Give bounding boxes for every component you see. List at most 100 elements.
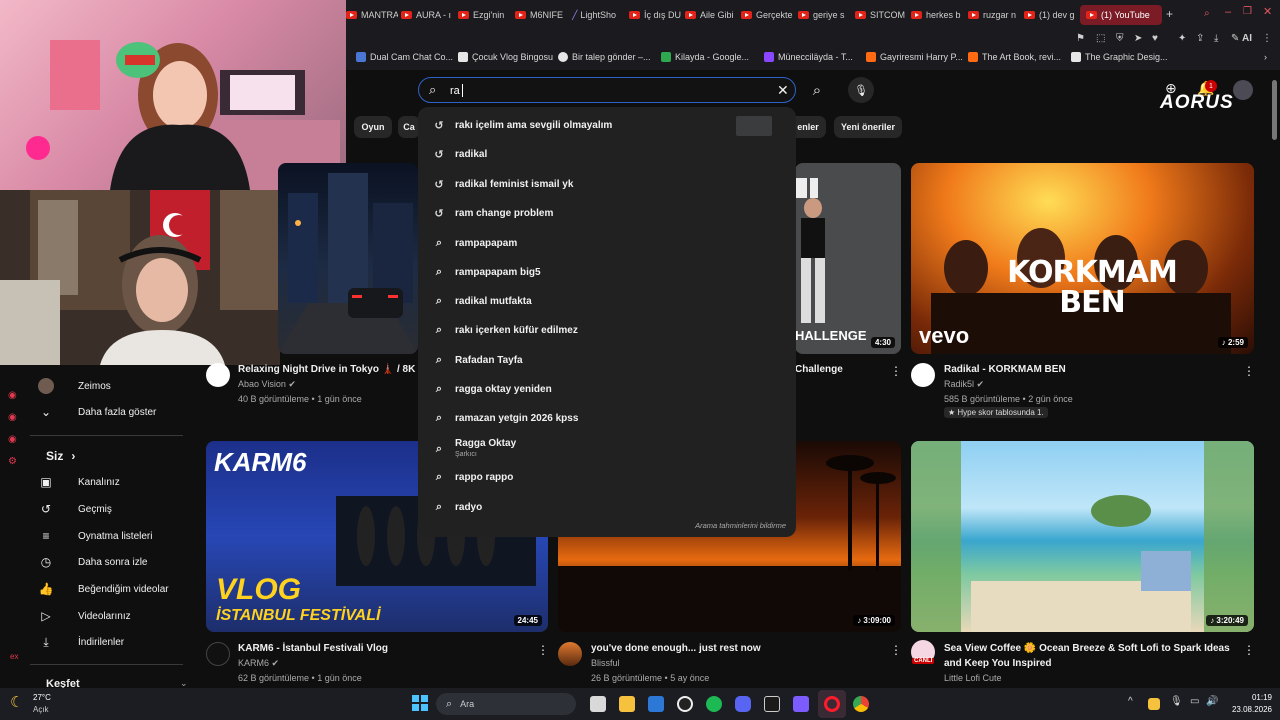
more-options-icon[interactable]: ⋮ [1243, 364, 1255, 378]
report-predictions-link[interactable]: Arama tahminlerini bildirme [695, 521, 786, 530]
more-bookmarks-icon[interactable]: › [1264, 52, 1267, 62]
video-title[interactable]: Radikal - KORKMAM BEN [944, 362, 1066, 377]
send-icon[interactable]: ➤ [1134, 33, 1142, 44]
sidebar-item-history[interactable]: ↺ Geçmiş [30, 497, 185, 521]
browser-tab-active[interactable]: (1) YouTube [1080, 5, 1162, 25]
chip-new-recommendations[interactable]: Yeni öneriler [834, 116, 902, 138]
more-options-icon[interactable]: ⋮ [890, 643, 902, 657]
channel-name[interactable]: Blissful [591, 658, 620, 668]
browser-tab[interactable]: Ezgi'nin [458, 5, 510, 25]
bookmark[interactable]: Münecciläyda - T... [764, 52, 853, 62]
channel-name[interactable]: Radik5l ✔ [944, 379, 984, 390]
browser-tab[interactable]: geriye s [798, 5, 850, 25]
channel-name[interactable]: Abao Vision ✔ [238, 379, 296, 390]
search-suggestion[interactable]: ⌕ rampapapam [418, 231, 796, 255]
screenshot-icon[interactable]: ⬚ [1096, 33, 1105, 44]
microphone-icon[interactable]: 🎙 [1170, 696, 1183, 707]
close-icon[interactable]: ✕ [1263, 5, 1272, 18]
task-view-icon[interactable] [590, 696, 606, 712]
bookmark[interactable]: Dual Cam Chat Co... [356, 52, 453, 62]
page-scrollbar[interactable] [1272, 80, 1277, 140]
bookmark[interactable]: The Art Book, revi... [968, 52, 1061, 62]
browser-tab[interactable]: AURA - ı [401, 5, 453, 25]
chrome-icon[interactable] [853, 696, 869, 712]
taskbar-search[interactable]: ⌕ Ara [436, 693, 576, 715]
search-suggestion[interactable]: ⌕ radyo [418, 495, 796, 519]
pin-icon[interactable]: ⚑ [1076, 33, 1085, 44]
video-thumbnail[interactable] [278, 163, 418, 354]
browser-tab[interactable]: Aile Gibi [685, 5, 737, 25]
app-icon[interactable] [764, 696, 780, 712]
search-suggestion[interactable]: ⌕ Ragga Oktay Şarkıcı [418, 435, 796, 463]
video-title[interactable]: Relaxing Night Drive in Tokyo 🗼 / 8K [238, 362, 418, 377]
clear-search-icon[interactable]: ✕ [777, 82, 789, 99]
channel-name[interactable]: Little Lofi Cute [944, 673, 1002, 683]
more-options-icon[interactable]: ⋮ [1243, 643, 1255, 657]
search-suggestion[interactable]: ⌕ rakı içerken küfür edilmez [418, 318, 796, 342]
chip[interactable]: Ca [398, 116, 420, 138]
volume-icon[interactable]: 🔊 [1206, 696, 1218, 707]
bookmark[interactable]: Çocuk Vlog Bingosu [458, 52, 553, 62]
search-box[interactable]: ⌕ ra ✕ [418, 77, 796, 103]
video-title[interactable]: Sea View Coffee 🌼 Ocean Breeze & Soft Lo… [944, 641, 1239, 671]
search-tabs-icon[interactable]: ⌕ [1204, 8, 1210, 19]
spotify-icon[interactable] [706, 696, 722, 712]
bookmark[interactable]: Kilayda - Google... [661, 52, 749, 62]
more-options-icon[interactable]: ⋮ [537, 643, 549, 657]
sidebar-item-liked[interactable]: 👍 Beğendiğim videolar [30, 577, 185, 601]
search-suggestion[interactable]: ↺ radikal [418, 142, 796, 166]
shield-icon[interactable]: ⛨ [1116, 33, 1124, 44]
extensions-icon[interactable]: ✦ [1178, 33, 1186, 44]
browser-tab[interactable]: herkes b [911, 5, 963, 25]
search-suggestion[interactable]: ⌕ ramazan yetgin 2026 kpss [418, 406, 796, 430]
share-icon[interactable]: ⇪ [1196, 33, 1204, 44]
app-grid-icon[interactable] [793, 696, 809, 712]
mail-icon[interactable] [648, 696, 664, 712]
hype-badge[interactable]: ★ Hype skor tablosunda 1. [944, 407, 1048, 418]
video-title[interactable]: Challenge [795, 362, 843, 377]
bookmark[interactable]: The Graphic Desig... [1071, 52, 1168, 62]
video-title[interactable]: KARM6 - İstanbul Festivali Vlog [238, 641, 388, 656]
avatar[interactable] [1233, 80, 1253, 100]
browser-tab[interactable]: MANTRA [346, 5, 398, 25]
more-options-icon[interactable]: ⋮ [890, 364, 902, 378]
video-thumbnail[interactable]: HALLENGE 4:30 [795, 163, 901, 354]
video-title[interactable]: you've done enough... just rest now [591, 641, 761, 656]
sidebar-show-more[interactable]: ⌄ Daha fazla göster [30, 400, 185, 424]
channel-avatar[interactable] [911, 363, 935, 387]
channel-avatar[interactable] [558, 642, 582, 666]
download-icon[interactable]: ⤓ [1214, 33, 1218, 44]
channel-name[interactable]: KARM6 ✔ [238, 658, 279, 669]
tray-app-icon[interactable] [1148, 698, 1160, 710]
sidebar-item-your-videos[interactable]: ▷ Videolarınız [30, 604, 185, 628]
search-suggestion[interactable]: ⌕ rampapapam big5 [418, 260, 796, 284]
search-suggestion[interactable]: ⌕ Rafadan Tayfa [418, 348, 796, 372]
chip-oyun[interactable]: Oyun [354, 116, 392, 138]
you-section-title[interactable]: Siz › [46, 449, 75, 463]
video-thumbnail[interactable]: ♪ 3:20:49 [911, 441, 1254, 632]
heart-icon[interactable]: ♥ [1152, 33, 1158, 44]
tray-expand-icon[interactable]: ^ [1128, 696, 1133, 707]
search-suggestion[interactable]: ↺ radikal feminist ismail yk [418, 172, 796, 196]
search-suggestion[interactable]: ↺ ram change problem [418, 201, 796, 225]
translate-icon[interactable]: ✎ [1231, 33, 1239, 44]
discord-icon[interactable] [735, 696, 751, 712]
search-input[interactable]: ra [450, 85, 460, 97]
clock-time[interactable]: 01:19 [1228, 693, 1272, 702]
voice-search-button[interactable]: 🎙 [848, 77, 874, 103]
channel-avatar[interactable] [206, 363, 230, 387]
channel-avatar[interactable] [206, 642, 230, 666]
sidebar-item-watch-later[interactable]: ◷ Daha sonra izle [30, 550, 185, 574]
sidebar-item-playlists[interactable]: ≡ Oynatma listeleri [30, 524, 185, 548]
bookmark[interactable]: Bir talep gönder –... [558, 52, 651, 62]
weather-icon[interactable]: ☾ [10, 693, 23, 711]
browser-tab[interactable]: İç dış DU [629, 5, 681, 25]
file-explorer-icon[interactable] [619, 696, 635, 712]
search-suggestion[interactable]: ⌕ ragga oktay yeniden [418, 377, 796, 401]
opera-gx-icon[interactable] [824, 696, 840, 712]
minimize-icon[interactable]: – [1225, 6, 1231, 18]
sidebar-item-downloads[interactable]: ⤓ İndirilenler [30, 630, 185, 654]
browser-tab[interactable]: Gerçekte [741, 5, 793, 25]
menu-icon[interactable]: ⋮ [1262, 33, 1272, 44]
sidebar-item-zeimos[interactable]: Zeimos [30, 374, 185, 398]
